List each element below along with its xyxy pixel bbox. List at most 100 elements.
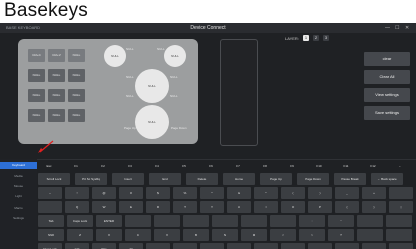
- keyboard-key[interactable]: End: [149, 173, 181, 185]
- keyboard-key[interactable]: [154, 215, 180, 227]
- keyboard-key[interactable]: Tab: [38, 215, 64, 227]
- keyboard-key[interactable]: [241, 215, 267, 227]
- keyboard-key[interactable]: [357, 215, 383, 227]
- keyboard-key[interactable]: [183, 215, 209, 227]
- keyboard-key[interactable]: Caps Lock: [67, 215, 93, 227]
- layer-button-1[interactable]: 1: [303, 35, 309, 41]
- keyboard-key[interactable]: [270, 215, 296, 227]
- keyboard-key[interactable]: ): [308, 187, 332, 199]
- keyboard-key[interactable]: X: [96, 229, 122, 241]
- keyboard-key[interactable]: [125, 215, 151, 227]
- keyboard-key[interactable]: (: [281, 187, 305, 199]
- keyboard-key[interactable]: [386, 229, 412, 241]
- keyboard-key[interactable]: Z: [67, 229, 93, 241]
- close-button[interactable]: ✕: [405, 25, 409, 31]
- keyboard-key[interactable]: :: [299, 215, 325, 227]
- keyboard-key[interactable]: ^: [200, 187, 224, 199]
- keyboard-key[interactable]: [173, 243, 197, 249]
- keyboard-key[interactable]: [386, 215, 412, 227]
- nav-item-macro[interactable]: Macro: [0, 205, 37, 212]
- keyboard-key[interactable]: R: [146, 201, 170, 213]
- device-knob-bottom[interactable]: NULL: [135, 105, 169, 139]
- keyboard-key[interactable]: &: [227, 187, 251, 199]
- keyboard-key[interactable]: [200, 243, 224, 249]
- device-knob[interactable]: NULL: [104, 45, 126, 67]
- keyboard-key[interactable]: Y: [200, 201, 224, 213]
- clear-button[interactable]: clear: [364, 52, 410, 66]
- device-key[interactable]: NULL: [48, 89, 65, 102]
- keyboard-key[interactable]: ~: [38, 187, 62, 199]
- device-key[interactable]: NULL: [28, 89, 45, 102]
- keyboard-key[interactable]: P: [308, 201, 332, 213]
- keyboard-key[interactable]: Prt Sc SysRq: [75, 173, 107, 185]
- device-key[interactable]: NULL: [68, 89, 85, 102]
- keyboard-key[interactable]: {: [335, 201, 359, 213]
- keyboard-key[interactable]: ?: [328, 229, 354, 241]
- keyboard-key[interactable]: Pause Break: [334, 173, 366, 185]
- nav-item-light[interactable]: Light: [0, 193, 37, 200]
- keyboard-key[interactable]: <: [270, 229, 296, 241]
- layer-button-3[interactable]: 3: [323, 35, 329, 41]
- keyboard-key[interactable]: T: [173, 201, 197, 213]
- keyboard-key[interactable]: }: [362, 201, 386, 213]
- keyboard-key[interactable]: >: [299, 229, 325, 241]
- keyboard-key[interactable]: F11: [335, 163, 357, 170]
- keyboard-key[interactable]: |: [389, 201, 413, 213]
- keyboard-key[interactable]: Page Up: [260, 173, 292, 185]
- device-key[interactable]: NULL: [48, 69, 65, 82]
- keyboard-key[interactable]: [389, 243, 413, 249]
- device-key[interactable]: NULL: [48, 109, 65, 122]
- keyboard-key[interactable]: F5: [173, 163, 195, 170]
- keyboard-key[interactable]: Ctrl: [65, 243, 89, 249]
- view-settings-button[interactable]: View settings: [364, 88, 410, 102]
- keyboard-key[interactable]: N: [212, 229, 238, 241]
- keyboard-key[interactable]: F7: [227, 163, 249, 170]
- keyboard-key[interactable]: ENTER: [96, 215, 122, 227]
- keyboard-key[interactable]: [212, 215, 238, 227]
- keyboard-key[interactable]: Q: [65, 201, 89, 213]
- keyboard-key[interactable]: Alt: [119, 243, 143, 249]
- keyboard-key[interactable]: F8: [254, 163, 276, 170]
- keyboard-key[interactable]: C: [125, 229, 151, 241]
- keyboard-key[interactable]: [362, 243, 386, 249]
- keyboard-key[interactable]: *: [254, 187, 278, 199]
- keyboard-key[interactable]: %: [173, 187, 197, 199]
- keyboard-key[interactable]: Esc: [38, 163, 60, 170]
- keyboard-key[interactable]: [146, 243, 170, 249]
- nav-item-keyboard[interactable]: Keyboard: [0, 162, 37, 169]
- keyboard-key[interactable]: Insert: [112, 173, 144, 185]
- keyboard-key[interactable]: Page Down: [297, 173, 329, 185]
- keyboard-key[interactable]: @: [92, 187, 116, 199]
- keyboard-key[interactable]: F3: [119, 163, 141, 170]
- keyboard-key[interactable]: Win: [92, 243, 116, 249]
- keyboard-key[interactable]: ← Back space: [371, 173, 403, 185]
- minimize-button[interactable]: —: [385, 25, 390, 31]
- keyboard-key[interactable]: [38, 201, 62, 213]
- device-key[interactable]: NULL: [68, 69, 85, 82]
- keyboard-key[interactable]: [227, 243, 251, 249]
- keyboard-key[interactable]: U: [227, 201, 251, 213]
- layer-button-2[interactable]: 2: [313, 35, 319, 41]
- clear-all-button[interactable]: Clear All: [364, 70, 410, 84]
- keyboard-key[interactable]: Num Lock: [38, 243, 62, 249]
- keyboard-key[interactable]: O: [281, 201, 305, 213]
- device-key[interactable]: NULL: [68, 49, 85, 62]
- device-key[interactable]: Ctrl+V: [48, 49, 65, 62]
- device-key[interactable]: NULL: [28, 69, 45, 82]
- device-key[interactable]: NULL: [28, 109, 45, 122]
- keyboard-key[interactable]: B: [183, 229, 209, 241]
- maximize-button[interactable]: ☐: [395, 25, 399, 31]
- keyboard-key[interactable]: F10: [308, 163, 330, 170]
- keyboard-key[interactable]: [254, 243, 278, 249]
- keyboard-key[interactable]: F6: [200, 163, 222, 170]
- keyboard-key[interactable]: F9: [281, 163, 303, 170]
- keyboard-key[interactable]: #: [119, 187, 143, 199]
- keyboard-key[interactable]: Shift: [38, 229, 64, 241]
- keyboard-key[interactable]: $: [146, 187, 170, 199]
- keyboard-key[interactable]: I: [254, 201, 278, 213]
- keyboard-key[interactable]: F4: [146, 163, 168, 170]
- keyboard-key[interactable]: _: [335, 187, 359, 199]
- keyboard-key[interactable]: [357, 229, 383, 241]
- keyboard-key[interactable]: F2: [92, 163, 114, 170]
- device-knob[interactable]: NULL: [164, 45, 186, 67]
